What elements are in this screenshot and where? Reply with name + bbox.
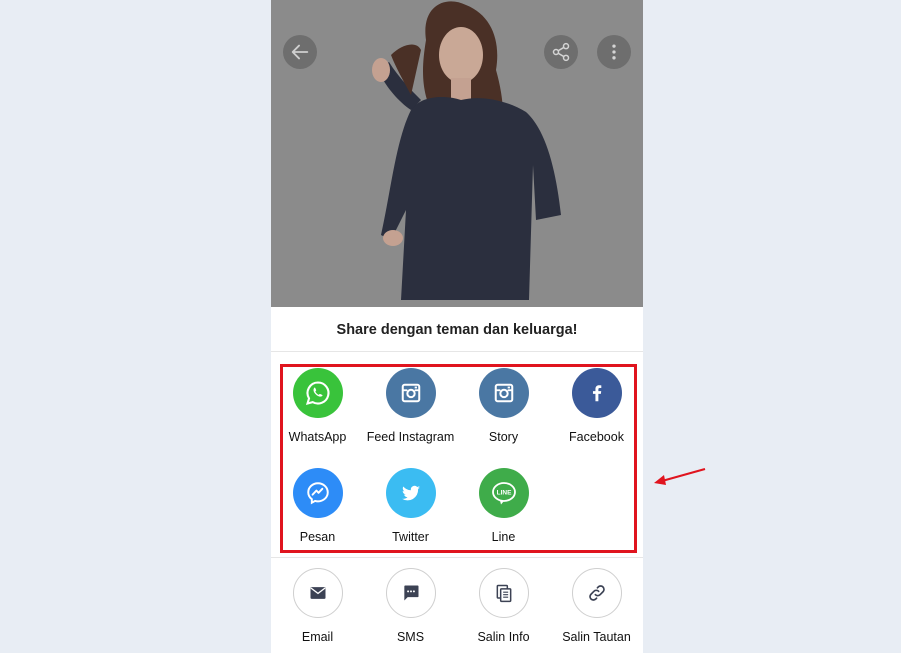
share-sms[interactable]: SMS	[364, 568, 457, 644]
copy-icon	[478, 568, 529, 618]
share-email[interactable]: Email	[271, 568, 364, 644]
share-icon	[552, 42, 570, 62]
share-salin-info[interactable]: Salin Info	[457, 568, 550, 644]
sms-icon	[385, 568, 436, 618]
share-salin-tautan-label: Salin Tautan	[562, 630, 631, 644]
product-image-area	[271, 0, 643, 307]
share-salin-tautan[interactable]: Salin Tautan	[550, 568, 643, 644]
share-button[interactable]	[544, 35, 578, 69]
product-photo	[271, 0, 643, 307]
annotation-arrow-icon	[654, 467, 706, 485]
mail-icon	[292, 568, 343, 618]
arrow-left-icon	[291, 44, 309, 60]
back-button[interactable]	[283, 35, 317, 69]
share-sms-label: SMS	[396, 630, 425, 644]
section-divider	[271, 557, 643, 558]
share-email-label: Email	[301, 630, 334, 644]
phone-screen: Share dengan teman dan keluarga! WhatsAp…	[271, 0, 643, 653]
share-sheet-title: Share dengan teman dan keluarga!	[271, 307, 643, 352]
more-options-button[interactable]	[597, 35, 631, 69]
link-icon	[571, 568, 622, 618]
more-vertical-icon	[612, 44, 616, 60]
highlight-box	[280, 364, 637, 553]
share-salin-info-label: Salin Info	[477, 630, 530, 644]
